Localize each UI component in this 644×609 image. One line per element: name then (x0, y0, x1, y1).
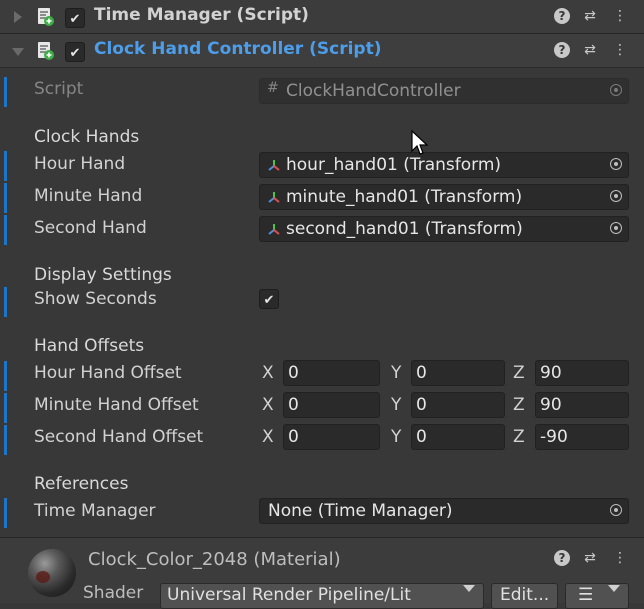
y-axis-label[interactable]: Y (391, 363, 401, 383)
modified-indicator-bar (4, 425, 7, 455)
presets-icon[interactable]: ⇄ (580, 548, 600, 568)
presets-icon[interactable]: ⇄ (580, 40, 600, 60)
component-title: Time Manager (Script) (94, 5, 309, 25)
minute-offset-x-input[interactable]: 0 (283, 392, 380, 418)
second-hand-label: Second Hand (34, 218, 147, 238)
component-header-time-manager[interactable]: ✔ Time Manager (Script) ? ⇄ ⋮ (0, 0, 644, 34)
foldout-expanded-icon[interactable] (12, 48, 24, 56)
script-field: # ClockHandController (259, 78, 629, 104)
modified-indicator-bar (4, 151, 7, 181)
hour-hand-field[interactable]: hour_hand01 (Transform) (259, 152, 629, 178)
script-component-icon (38, 42, 54, 60)
object-picker-icon[interactable] (610, 222, 622, 234)
component-title: Clock Hand Controller (Script) (94, 39, 382, 59)
material-title: Clock_Color_2048 (Material) (88, 549, 341, 570)
modified-indicator-bar (4, 183, 7, 213)
chevron-down-icon (608, 585, 620, 592)
mouse-cursor (411, 129, 429, 155)
minute-hand-offset-label: Minute Hand Offset (34, 395, 199, 415)
z-axis-label[interactable]: Z (513, 363, 525, 383)
modified-indicator-bar (4, 215, 7, 245)
show-seconds-checkbox[interactable]: ✔ (259, 289, 279, 309)
hour-offset-z-input[interactable]: 90 (535, 360, 629, 386)
script-component-icon (38, 8, 54, 26)
help-icon[interactable]: ? (554, 42, 570, 58)
object-picker-icon (610, 84, 622, 96)
hour-offset-y-input[interactable]: 0 (411, 360, 505, 386)
shader-list-dropdown[interactable]: ☰ (565, 583, 629, 609)
modified-indicator-bar (4, 77, 7, 107)
y-axis-label[interactable]: Y (391, 395, 401, 415)
object-picker-icon[interactable] (610, 504, 622, 516)
hour-offset-x-input[interactable]: 0 (283, 360, 380, 386)
presets-icon[interactable]: ⇄ (580, 6, 600, 26)
component-header-clock-hand-controller[interactable]: ✔ Clock Hand Controller (Script) ? ⇄ ⋮ (0, 34, 644, 68)
modified-indicator-bar (4, 393, 7, 423)
section-hand-offsets: Hand Offsets (34, 336, 145, 356)
minute-offset-z-input[interactable]: 90 (535, 392, 629, 418)
show-seconds-label: Show Seconds (34, 289, 157, 309)
modified-indicator-bar (4, 498, 7, 528)
second-hand-field[interactable]: second_hand01 (Transform) (259, 216, 629, 242)
x-axis-label[interactable]: X (262, 395, 274, 415)
transform-icon (268, 192, 280, 203)
modified-indicator-bar (4, 361, 7, 391)
transform-icon (268, 224, 280, 235)
foldout-collapsed-icon[interactable] (14, 11, 22, 23)
csharp-script-icon: # (267, 80, 279, 96)
time-manager-label: Time Manager (34, 501, 156, 521)
script-label: Script (34, 79, 84, 99)
second-hand-offset-label: Second Hand Offset (34, 427, 204, 447)
minute-hand-label: Minute Hand (34, 186, 143, 206)
component-enabled-checkbox[interactable]: ✔ (65, 42, 85, 62)
second-offset-x-input[interactable]: 0 (283, 424, 380, 450)
section-clock-hands: Clock Hands (34, 127, 140, 147)
help-icon[interactable]: ? (554, 8, 570, 24)
section-references: References (34, 474, 129, 494)
minute-offset-y-input[interactable]: 0 (411, 392, 505, 418)
more-options-icon[interactable]: ⋮ (610, 40, 630, 60)
object-picker-icon[interactable] (610, 190, 622, 202)
chevron-down-icon (463, 585, 475, 592)
list-icon: ☰ (578, 585, 594, 605)
modified-indicator-bar (4, 287, 7, 317)
object-picker-icon[interactable] (610, 158, 622, 170)
hour-hand-offset-label: Hour Hand Offset (34, 363, 182, 383)
help-icon[interactable]: ? (554, 550, 570, 566)
material-header[interactable]: Clock_Color_2048 (Material) ? ⇄ ⋮ Shader… (0, 537, 644, 609)
shader-label: Shader (83, 583, 144, 603)
x-axis-label[interactable]: X (262, 363, 274, 383)
z-axis-label[interactable]: Z (513, 395, 525, 415)
more-options-icon[interactable]: ⋮ (610, 6, 630, 26)
second-offset-y-input[interactable]: 0 (411, 424, 505, 450)
edit-shader-button[interactable]: Edit... (491, 583, 558, 609)
x-axis-label[interactable]: X (262, 427, 274, 447)
second-offset-z-input[interactable]: -90 (535, 424, 629, 450)
minute-hand-field[interactable]: minute_hand01 (Transform) (259, 184, 629, 210)
component-enabled-checkbox[interactable]: ✔ (65, 8, 85, 28)
material-preview-sphere (28, 549, 76, 597)
more-options-icon[interactable]: ⋮ (610, 548, 630, 568)
hour-hand-label: Hour Hand (34, 154, 126, 174)
z-axis-label[interactable]: Z (513, 427, 525, 447)
time-manager-field[interactable]: None (Time Manager) (259, 498, 629, 524)
transform-icon (268, 160, 280, 171)
shader-dropdown[interactable]: Universal Render Pipeline/Lit (160, 583, 484, 609)
section-display-settings: Display Settings (34, 265, 172, 285)
y-axis-label[interactable]: Y (391, 427, 401, 447)
